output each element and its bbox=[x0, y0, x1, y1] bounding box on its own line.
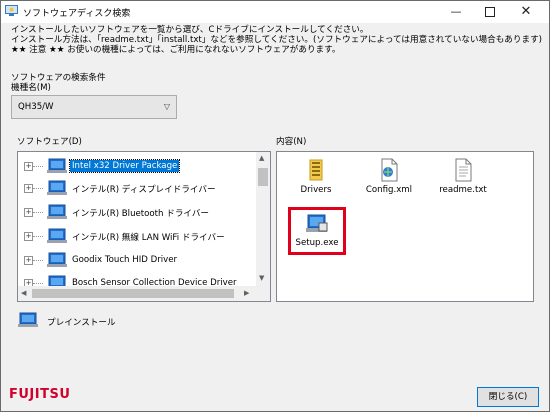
expand-icon[interactable]: + bbox=[24, 162, 33, 171]
preinstall-laptop-icon bbox=[18, 312, 38, 327]
text-file-icon bbox=[455, 158, 472, 182]
laptop-icon bbox=[47, 180, 67, 195]
window-title: ソフトウェアディスク検索 bbox=[23, 9, 131, 19]
folder-icon bbox=[309, 159, 323, 181]
laptop-icon bbox=[47, 204, 67, 219]
maximize-button[interactable] bbox=[473, 1, 507, 23]
file-item-readme[interactable]: readme.txt bbox=[433, 158, 493, 195]
tree-item-label: インテル(R) ディスプレイドライバー bbox=[72, 185, 216, 195]
software-disk-search-window: ソフトウェアディスク検索 — ✕ インストールしたいソフトウェアを一覧から選び、… bbox=[0, 0, 550, 412]
tree-item-label: インテル(R) 無線 LAN WiFi ドライバー bbox=[72, 233, 225, 243]
expand-icon[interactable]: + bbox=[24, 184, 33, 193]
file-name: Config.xml bbox=[365, 185, 413, 195]
instruction-line-2: インストール方法は、「readme.txt」「install.txt」などを参照… bbox=[11, 35, 543, 45]
tree-row[interactable]: + Intel x32 Driver Package bbox=[18, 156, 256, 178]
contents-panel[interactable]: Drivers Config.xml readme.txt Setup.exe bbox=[276, 151, 534, 302]
setup-exe-icon bbox=[306, 214, 328, 232]
instruction-line-3: ★★ 注意 ★★ お使いの機種によっては、ご利用になれないソフトウェアがあります… bbox=[11, 45, 341, 55]
vertical-scrollbar[interactable]: ▲ ▼ bbox=[256, 152, 270, 286]
tree-item-label: インテル(R) Bluetooth ドライバー bbox=[72, 209, 210, 219]
title-bar[interactable]: ソフトウェアディスク検索 — ✕ bbox=[1, 1, 549, 23]
file-item-drivers[interactable]: Drivers bbox=[286, 158, 346, 195]
model-select-value: QH35/W bbox=[18, 102, 54, 112]
file-name: readme.txt bbox=[439, 185, 487, 195]
vertical-scroll-thumb[interactable] bbox=[258, 168, 268, 186]
laptop-icon bbox=[47, 252, 67, 267]
horizontal-scroll-thumb[interactable] bbox=[32, 289, 234, 298]
tree-row[interactable]: + Goodix Touch HID Driver bbox=[18, 250, 256, 272]
expand-icon[interactable]: + bbox=[24, 232, 33, 241]
xml-file-icon bbox=[381, 158, 398, 182]
contents-label: 内容(N) bbox=[276, 137, 307, 147]
tree-item-label: Intel x32 Driver Package bbox=[68, 159, 181, 173]
tree-row[interactable]: + インテル(R) ディスプレイドライバー bbox=[18, 178, 256, 200]
tree-item-label: Goodix Touch HID Driver bbox=[72, 255, 178, 265]
software-list-label: ソフトウェア(D) bbox=[17, 137, 82, 147]
expand-icon[interactable]: + bbox=[24, 208, 33, 217]
model-select[interactable]: QH35/W ▽ bbox=[11, 95, 177, 119]
scroll-down-icon[interactable]: ▼ bbox=[259, 274, 264, 282]
maximize-icon bbox=[485, 7, 495, 17]
file-name: Setup.exe bbox=[295, 238, 339, 248]
app-icon bbox=[5, 5, 18, 16]
tree-row[interactable]: + インテル(R) Bluetooth ドライバー bbox=[18, 202, 256, 224]
minimize-button[interactable]: — bbox=[439, 1, 473, 23]
chevron-down-icon: ▽ bbox=[163, 102, 170, 111]
close-button[interactable]: 閉じる(C) bbox=[477, 387, 539, 407]
tree-row[interactable]: + インテル(R) 無線 LAN WiFi ドライバー bbox=[18, 226, 256, 248]
scroll-right-icon[interactable]: ▶ bbox=[244, 289, 249, 297]
file-item-config-xml[interactable]: Config.xml bbox=[359, 158, 419, 195]
file-item-setup-exe[interactable]: Setup.exe bbox=[287, 213, 347, 248]
scroll-left-icon[interactable]: ◀ bbox=[21, 289, 26, 297]
preinstall-label: プレインストール bbox=[47, 318, 116, 328]
laptop-icon bbox=[47, 228, 67, 243]
instruction-line-1: インストールしたいソフトウェアを一覧から選び、Cドライブにインストールしてくださ… bbox=[11, 25, 369, 35]
horizontal-scrollbar[interactable]: ◀ ▶ bbox=[18, 286, 256, 301]
laptop-icon bbox=[47, 158, 67, 173]
software-tree[interactable]: + Intel x32 Driver Package + インテル(R) ディス… bbox=[17, 151, 271, 302]
model-name-label: 機種名(M) bbox=[11, 83, 51, 93]
fujitsu-logo: FUJITSU bbox=[9, 387, 71, 402]
scroll-up-icon[interactable]: ▲ bbox=[259, 154, 264, 162]
close-window-button[interactable]: ✕ bbox=[509, 1, 543, 23]
expand-icon[interactable]: + bbox=[24, 256, 33, 265]
file-name: Drivers bbox=[300, 185, 332, 195]
